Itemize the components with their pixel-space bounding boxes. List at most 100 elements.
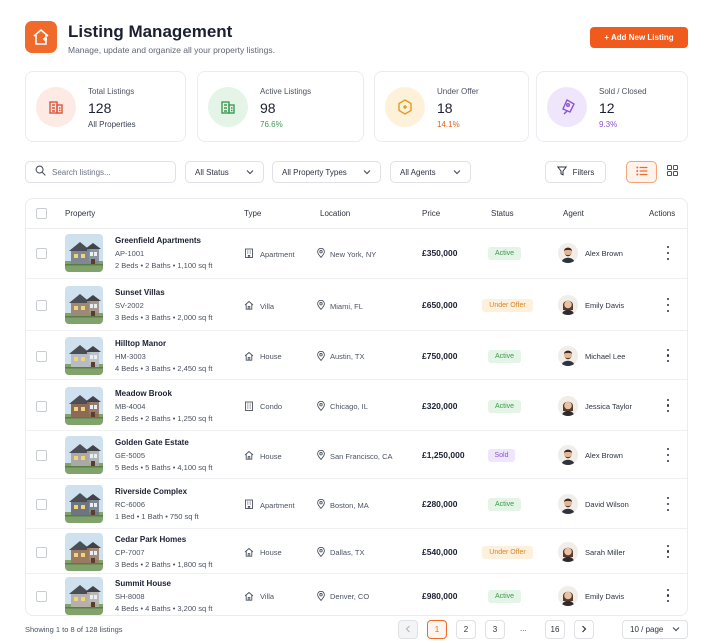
search-input[interactable]: [52, 167, 162, 177]
row-actions-menu-icon[interactable]: [664, 497, 672, 511]
agent-avatar: [558, 445, 578, 465]
property-details: 2 Beds • 2 Baths • 1,100 sq ft: [115, 261, 212, 270]
property-details: 2 Beds • 2 Baths • 1,250 sq ft: [115, 414, 212, 423]
property-beds: 1 Bed: [115, 512, 135, 521]
property-name[interactable]: Sunset Villas: [115, 288, 165, 297]
home-logo-icon: [25, 21, 57, 53]
apartment-icon: [244, 248, 254, 260]
row-actions-menu-icon[interactable]: [664, 246, 672, 260]
property-price: £350,000: [422, 248, 458, 258]
chevron-down-icon: [672, 625, 680, 634]
property-details: 4 Beds • 3 Baths • 2,450 sq ft: [115, 364, 212, 373]
chevron-down-icon: [453, 168, 461, 177]
row-checkbox[interactable]: [36, 248, 47, 259]
property-area: 2,000 sq ft: [177, 313, 213, 322]
agent-name: Alex Brown: [585, 451, 623, 460]
filters-button[interactable]: Filters: [545, 161, 606, 183]
row-actions-menu-icon[interactable]: [664, 544, 672, 559]
property-baths: 3 Baths: [145, 363, 171, 373]
page-2-button[interactable]: 2: [456, 620, 476, 639]
per-page-select[interactable]: 10 / page: [622, 620, 688, 639]
property-type: Apartment: [244, 499, 295, 511]
row-checkbox[interactable]: [36, 450, 47, 461]
status-select-value: All Status: [195, 167, 229, 177]
status-badge: Active: [488, 247, 521, 260]
row-actions-menu-icon[interactable]: [664, 398, 672, 413]
row-actions-menu-icon[interactable]: [664, 588, 672, 603]
property-type-select[interactable]: All Property Types: [272, 161, 381, 183]
property-name[interactable]: Meadow Brook: [115, 389, 172, 398]
property-name[interactable]: Summit House: [115, 579, 171, 588]
property-thumbnail[interactable]: [65, 532, 103, 571]
property-name[interactable]: Greenfield Apartments: [115, 236, 201, 245]
row-checkbox[interactable]: [36, 400, 47, 412]
property-type-label: House: [260, 451, 282, 461]
filters-label: Filters: [572, 167, 595, 177]
property-thumbnail[interactable]: [65, 436, 103, 474]
property-beds: 3 Beds: [115, 313, 139, 322]
property-thumbnail[interactable]: [65, 336, 103, 375]
property-location-label: Dallas, TX: [330, 548, 365, 557]
property-details: 1 Bed • 1 Bath • 750 sq ft: [115, 512, 199, 521]
status-select[interactable]: All Status: [185, 161, 264, 183]
row-checkbox[interactable]: [36, 350, 47, 362]
listing-management-page: Listing Management Manage, update and or…: [0, 0, 713, 643]
agent-avatar: [558, 585, 578, 606]
property-thumbnail[interactable]: [65, 286, 103, 324]
property-price: £540,000: [422, 546, 458, 557]
row-checkbox[interactable]: [36, 546, 47, 558]
property-location-label: Miami, FL: [330, 301, 363, 311]
property-thumbnail[interactable]: [65, 234, 103, 272]
property-thumbnail[interactable]: [65, 576, 103, 615]
list-icon: [635, 163, 648, 181]
row-checkbox[interactable]: [36, 300, 47, 311]
property-name[interactable]: Hilltop Manor: [115, 339, 166, 348]
table-row[interactable]: Sunset Villas SV-2002 3 Beds • 3 Baths •…: [26, 279, 687, 331]
property-baths: 1 Bath: [141, 512, 164, 521]
previous-page-button[interactable]: [398, 620, 418, 639]
building-icon: [36, 87, 76, 127]
property-name[interactable]: Golden Gate Estate: [115, 438, 189, 447]
property-thumbnail[interactable]: [65, 485, 103, 523]
row-actions-menu-icon[interactable]: [664, 448, 672, 462]
search-box[interactable]: [25, 161, 176, 183]
property-type-label: Apartment: [260, 249, 295, 259]
listings-table: Property Type Location Price Status Agen…: [25, 198, 688, 616]
table-row[interactable]: Riverside Complex RC-6006 1 Bed • 1 Bath…: [26, 479, 687, 529]
page-16-button[interactable]: 16: [545, 620, 565, 639]
page-3-button[interactable]: 3: [485, 620, 505, 639]
row-checkbox[interactable]: [36, 499, 47, 510]
property-thumbnail[interactable]: [65, 386, 103, 425]
property-name[interactable]: Cedar Park Homes: [115, 535, 186, 544]
property-name[interactable]: Riverside Complex: [115, 487, 187, 496]
property-location: Miami, FL: [317, 299, 363, 312]
property-beds: 4 Beds: [115, 363, 139, 373]
table-row[interactable]: Meadow Brook MB-4004 2 Beds • 2 Baths • …: [26, 380, 687, 431]
property-code: CP-7007: [115, 547, 145, 557]
table-row[interactable]: Cedar Park Homes CP-7007 3 Beds • 2 Bath…: [26, 529, 687, 574]
grid-view-toggle[interactable]: [657, 161, 688, 183]
agents-select[interactable]: All Agents: [390, 161, 471, 183]
agent-avatar: [558, 541, 578, 562]
list-view-toggle[interactable]: [626, 161, 657, 183]
row-checkbox[interactable]: [36, 590, 47, 602]
location-pin-icon: [317, 247, 325, 260]
next-page-button[interactable]: [574, 620, 594, 639]
table-row[interactable]: Hilltop Manor HM-3003 4 Beds • 3 Baths •…: [26, 331, 687, 380]
table-row[interactable]: Golden Gate Estate GE-5005 5 Beds • 5 Ba…: [26, 431, 687, 479]
table-row[interactable]: Greenfield Apartments AP-1001 2 Beds • 2…: [26, 227, 687, 279]
table-row[interactable]: Summit House SH-8008 4 Beds • 4 Baths • …: [26, 574, 687, 615]
select-all-checkbox[interactable]: [36, 208, 47, 219]
property-location: New York, NY: [317, 247, 376, 260]
row-actions-menu-icon[interactable]: [664, 298, 672, 312]
page-1-button[interactable]: 1: [427, 620, 447, 639]
add-new-listing-button[interactable]: + Add New Listing: [590, 27, 688, 48]
agent-avatar: [558, 295, 578, 315]
agents-select-value: All Agents: [400, 167, 436, 177]
property-details: 5 Beds • 5 Baths • 4,100 sq ft: [115, 463, 212, 472]
property-type-label: Apartment: [260, 500, 295, 510]
property-code: HM-3003: [115, 351, 146, 361]
row-actions-menu-icon[interactable]: [664, 348, 672, 363]
property-area: 3,200 sq ft: [177, 603, 213, 613]
column-type: Type: [244, 209, 262, 218]
